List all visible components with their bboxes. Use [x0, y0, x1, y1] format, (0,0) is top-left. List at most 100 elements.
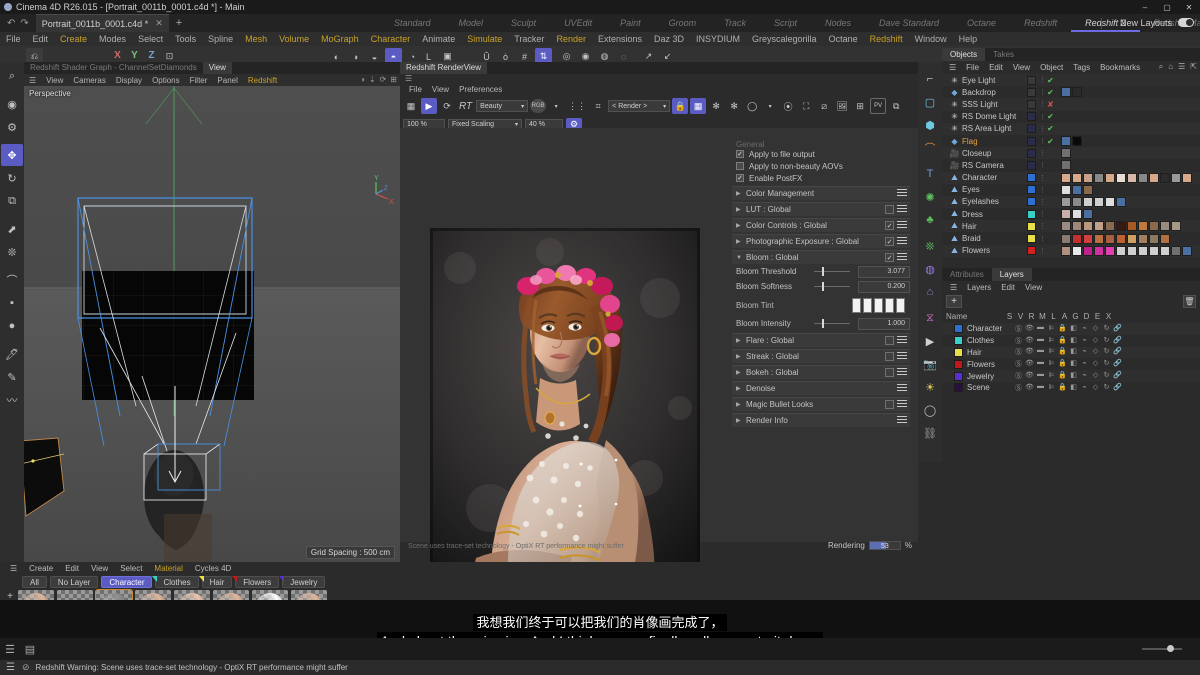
render-icon[interactable]: ▶	[919, 330, 941, 352]
tab-takes[interactable]: Takes	[985, 48, 1022, 61]
menu-simulate[interactable]: Simulate	[461, 34, 508, 44]
chevron-right-icon[interactable]: ▶	[736, 238, 742, 245]
tag-thumbnail[interactable]	[1061, 245, 1071, 256]
bloom-intensity-slider[interactable]	[814, 319, 850, 328]
compare-icon[interactable]: ⧄	[816, 98, 832, 114]
tag-thumbnail[interactable]	[1072, 196, 1082, 207]
section-menu-icon[interactable]	[897, 352, 907, 361]
viewport-menu-redshift[interactable]: Redshift	[243, 76, 282, 85]
section-menu-icon[interactable]	[897, 336, 907, 345]
spline-pen-icon[interactable]: ⌒	[919, 137, 941, 159]
tag-thumbnail[interactable]	[1116, 221, 1126, 232]
object-name[interactable]: Braid	[962, 234, 1024, 243]
tag-thumbnail[interactable]	[1061, 209, 1071, 220]
object-manager-hamburger-icon[interactable]: ☰	[944, 63, 961, 72]
undo-icon[interactable]: ↶	[7, 18, 15, 29]
layer-toggle-V[interactable]: 👁	[1024, 336, 1035, 346]
layer-toggle-E[interactable]: ↻	[1101, 347, 1112, 357]
bloom-tint-row[interactable]: Bloom Tint	[732, 294, 910, 316]
menu-create[interactable]: Create	[54, 34, 93, 44]
tag-thumbnail[interactable]	[1149, 245, 1159, 256]
tag-thumbnail[interactable]	[1061, 172, 1071, 183]
tag-thumbnail[interactable]	[1149, 233, 1159, 244]
tag-thumbnail[interactable]	[1105, 245, 1115, 256]
menu-tools[interactable]: Tools	[169, 34, 202, 44]
object-visibility-toggle[interactable]: ✔	[1046, 124, 1055, 133]
object-menu-view[interactable]: View	[1008, 63, 1035, 72]
copy-icon[interactable]: ⧉	[888, 98, 904, 114]
layer-toggle-G[interactable]: ⌁	[1079, 324, 1090, 334]
tag-thumbnail[interactable]	[1072, 136, 1082, 147]
layer-toggle-L[interactable]: 🔒	[1057, 336, 1068, 346]
save-image-icon[interactable]: 🖼	[834, 98, 850, 114]
menu-daz-3d[interactable]: Daz 3D	[648, 34, 690, 44]
primitive-cube-icon[interactable]: ⬢	[919, 114, 941, 136]
tag-thumbnail[interactable]	[1083, 233, 1093, 244]
layer-toggle-R[interactable]: ▬	[1035, 383, 1046, 393]
chevron-right-icon[interactable]: ▶	[736, 206, 742, 213]
layer-toggle-L[interactable]: 🔒	[1057, 371, 1068, 381]
layer-toggle-D[interactable]: ◇	[1090, 383, 1101, 393]
tag-thumbnail[interactable]	[1083, 172, 1093, 183]
checkbox[interactable]	[736, 162, 744, 170]
object-row[interactable]: ⛰ Eyes ⋮	[942, 183, 1200, 196]
section-menu-icon[interactable]	[897, 221, 907, 230]
viewport-menu-view[interactable]: View	[41, 76, 68, 85]
tag-thumbnail[interactable]	[1061, 221, 1071, 232]
timeline-menu-icon[interactable]: ☰	[0, 639, 20, 659]
brush-tool[interactable]: ⌒	[1, 269, 23, 291]
viewport-pan-icon[interactable]: ◑	[360, 75, 365, 84]
menu-window[interactable]: Window	[909, 34, 953, 44]
tag-thumbnail[interactable]	[1138, 245, 1148, 256]
tint-swatch[interactable]	[863, 297, 872, 313]
settings-section[interactable]: ▶ Denoise	[732, 381, 910, 395]
viewport-menu-panel[interactable]: Panel	[212, 76, 242, 85]
object-visibility-toggle[interactable]: ✔	[1046, 88, 1055, 97]
layout-tab-nodes[interactable]: Nodes	[811, 14, 865, 32]
tint-swatch[interactable]	[885, 297, 894, 313]
layer-toggle-A[interactable]: ◧	[1068, 383, 1079, 393]
tag-thumbnail[interactable]	[1061, 196, 1071, 207]
object-color-swatch[interactable]	[1027, 136, 1036, 146]
tag-thumbnail[interactable]	[1083, 245, 1093, 256]
layer-toggle-D[interactable]: ◇	[1090, 336, 1101, 346]
object-name[interactable]: Eyelashes	[962, 197, 1024, 206]
tag-thumbnail[interactable]	[1160, 172, 1170, 183]
close-icon[interactable]: ✕	[155, 18, 163, 29]
visibility-dots[interactable]: ⋮	[1039, 137, 1046, 145]
tag-thumbnail[interactable]	[1138, 172, 1148, 183]
viewport-menu-display[interactable]: Display	[111, 76, 147, 85]
frame-icon[interactable]: ⛶	[798, 98, 814, 114]
tag-thumbnail[interactable]	[1094, 196, 1104, 207]
menu-insydium[interactable]: INSYDIUM	[690, 34, 746, 44]
layer-color-swatch[interactable]	[954, 336, 963, 346]
circle-icon[interactable]: ◯	[744, 98, 760, 114]
menu-select[interactable]: Select	[132, 34, 169, 44]
tint-swatch[interactable]	[874, 297, 883, 313]
object-name[interactable]: Flag	[962, 137, 1024, 146]
spline-tool[interactable]: 〰	[1, 389, 23, 411]
object-menu-file[interactable]: File	[961, 63, 984, 72]
object-name[interactable]: RS Camera	[962, 161, 1024, 170]
layout-tab-octane[interactable]: Octane	[953, 14, 1010, 32]
object-name[interactable]: Eye Light	[962, 76, 1024, 85]
tag-thumbnail[interactable]	[1116, 245, 1126, 256]
object-row[interactable]: ✳ Eye Light ⋮ ✔	[942, 74, 1200, 87]
layer-toggle-M[interactable]: ⊫	[1046, 359, 1057, 369]
layer-toggle-A[interactable]: ◧	[1068, 324, 1079, 334]
layer-toggle-M[interactable]: ⊫	[1046, 383, 1057, 393]
bloom-threshold-row[interactable]: Bloom Threshold 3.077	[732, 264, 910, 279]
layer-name[interactable]: Character	[967, 324, 1009, 333]
slider-knob[interactable]	[821, 319, 824, 328]
section-enable-checkbox[interactable]: ✓	[885, 253, 894, 262]
layer-toggle-D[interactable]: ◇	[1090, 347, 1101, 357]
text-icon[interactable]: T	[919, 163, 941, 185]
material-filter-jewelry[interactable]: Jewelry	[279, 576, 326, 588]
object-name[interactable]: Dress	[962, 210, 1024, 219]
layer-toggle-X[interactable]: 🔗	[1112, 371, 1123, 381]
object-menu-object[interactable]: Object	[1035, 63, 1068, 72]
tag-thumbnail[interactable]	[1171, 221, 1181, 232]
object-color-swatch[interactable]	[1027, 148, 1036, 158]
tag-thumbnail[interactable]	[1138, 233, 1148, 244]
object-name[interactable]: Eyes	[962, 185, 1024, 194]
